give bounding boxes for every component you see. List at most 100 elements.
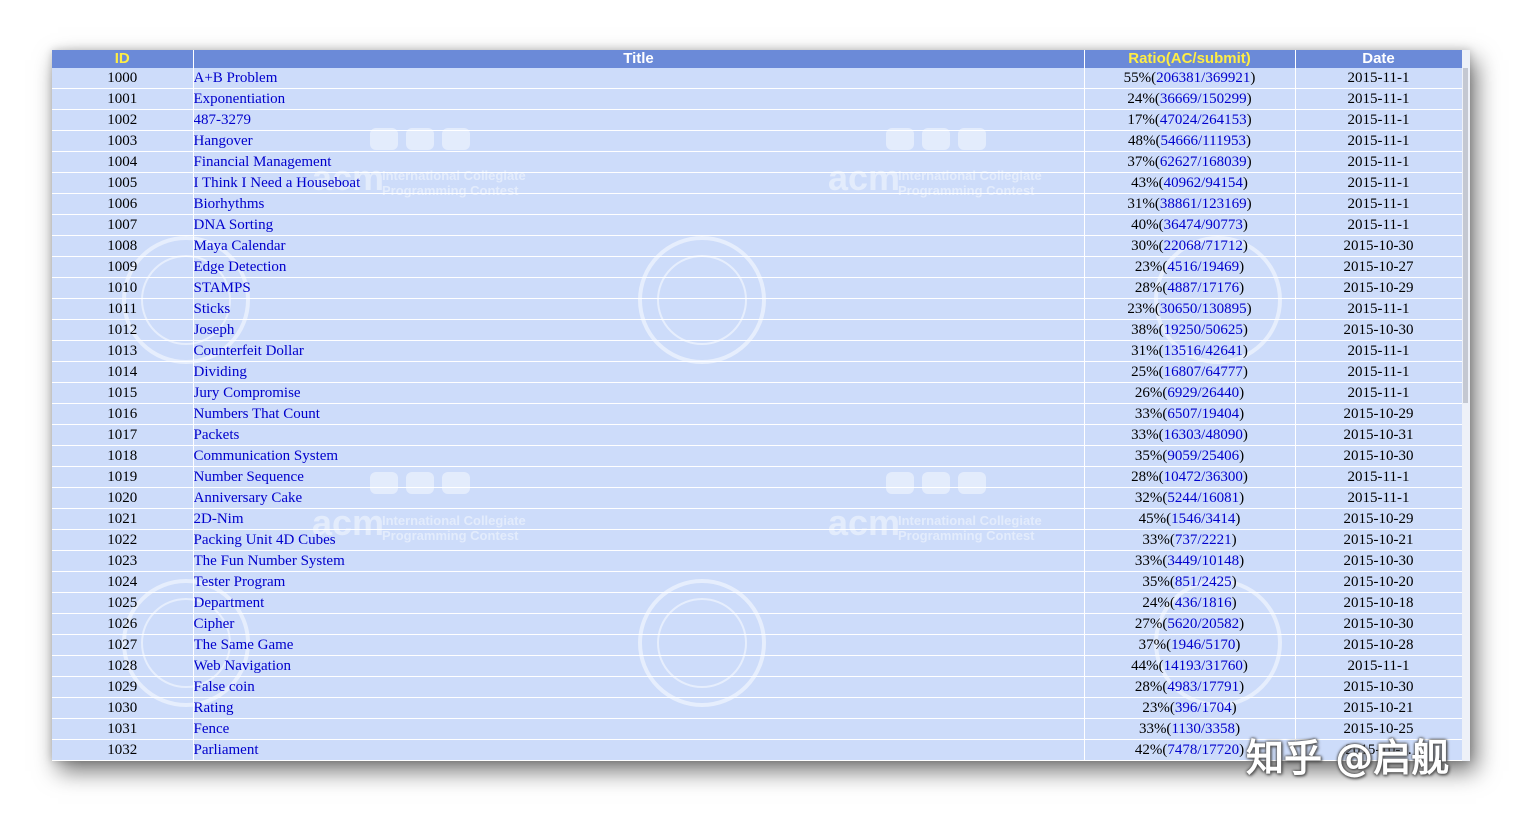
ratio-close-paren: ) [1250, 70, 1256, 86]
problem-date: 2015-10-29 [1295, 403, 1463, 425]
scrollbar-thumb[interactable] [1463, 68, 1468, 403]
problem-title-link[interactable]: Fence [194, 721, 230, 737]
ratio-counts-link[interactable]: 19250/50625 [1164, 322, 1243, 338]
ratio-counts-link[interactable]: 206381/369921 [1156, 70, 1250, 86]
problem-title-cell: Anniversary Cake [193, 487, 1085, 509]
problem-date: 2015-10-29 [1295, 277, 1463, 299]
ratio-close-paren: ) [1239, 742, 1245, 758]
problem-title-link[interactable]: Packets [194, 427, 240, 443]
problem-title-link[interactable]: Hangover [194, 133, 253, 149]
table-row: 1025 Department 24%(436/1816) 2015-10-18 [52, 592, 1463, 614]
ratio-counts-link[interactable]: 62627/168039 [1160, 154, 1247, 170]
column-header-title[interactable]: Title [193, 50, 1085, 68]
problem-title-link[interactable]: Financial Management [194, 154, 332, 170]
problem-title-link[interactable]: Tester Program [194, 574, 286, 590]
problem-title-link[interactable]: Department [194, 595, 265, 611]
problem-id: 1013 [52, 340, 194, 362]
problem-title-link[interactable]: Sticks [194, 301, 231, 317]
ratio-percent: 31%( [1127, 196, 1160, 212]
problem-title-link[interactable]: I Think I Need a Houseboat [194, 175, 361, 191]
ratio-counts-link[interactable]: 3449/10148 [1167, 553, 1239, 569]
problem-ratio-cell: 33%(737/2221) [1084, 529, 1296, 551]
ratio-counts-link[interactable]: 4516/19469 [1167, 259, 1239, 275]
ratio-counts-link[interactable]: 4887/17176 [1167, 280, 1239, 296]
problem-title-cell: Financial Management [193, 151, 1085, 173]
ratio-counts-link[interactable]: 13516/42641 [1164, 343, 1243, 359]
problem-title-cell: Rating [193, 697, 1085, 719]
ratio-counts-link[interactable]: 40962/94154 [1164, 175, 1243, 191]
ratio-close-paren: ) [1239, 553, 1245, 569]
problem-title-cell: 487-3279 [193, 109, 1085, 131]
problem-title-link[interactable]: Biorhythms [194, 196, 265, 212]
ratio-counts-link[interactable]: 10472/36300 [1164, 469, 1243, 485]
ratio-close-paren: ) [1246, 112, 1252, 128]
problem-title-cell: Fence [193, 718, 1085, 740]
problem-title-link[interactable]: Communication System [194, 448, 339, 464]
problem-title-cell: I Think I Need a Houseboat [193, 172, 1085, 194]
column-header-id[interactable]: ID [52, 50, 194, 68]
ratio-counts-link[interactable]: 16303/48090 [1164, 427, 1243, 443]
problem-title-link[interactable]: Joseph [194, 322, 235, 338]
problem-title-link[interactable]: False coin [194, 679, 255, 695]
ratio-counts-link[interactable]: 737/2221 [1175, 532, 1232, 548]
ratio-counts-link[interactable]: 7478/17720 [1167, 742, 1239, 758]
ratio-counts-link[interactable]: 396/1704 [1175, 700, 1232, 716]
ratio-counts-link[interactable]: 6507/19404 [1167, 406, 1239, 422]
ratio-counts-link[interactable]: 4983/17791 [1167, 679, 1239, 695]
problem-title-link[interactable]: Jury Compromise [194, 385, 301, 401]
problem-title-link[interactable]: Dividing [194, 364, 247, 380]
ratio-counts-link[interactable]: 22068/71712 [1164, 238, 1243, 254]
ratio-counts-link[interactable]: 36669/150299 [1160, 91, 1247, 107]
problem-title-link[interactable]: The Same Game [194, 637, 294, 653]
vertical-scrollbar[interactable] [1462, 50, 1470, 761]
problem-title-cell: Exponentiation [193, 88, 1085, 110]
ratio-close-paren: ) [1246, 91, 1252, 107]
ratio-counts-link[interactable]: 851/2425 [1175, 574, 1232, 590]
problem-title-link[interactable]: A+B Problem [194, 70, 278, 86]
ratio-counts-link[interactable]: 436/1816 [1175, 595, 1232, 611]
problem-title-link[interactable]: Numbers That Count [194, 406, 320, 422]
ratio-counts-link[interactable]: 6929/26440 [1167, 385, 1239, 401]
ratio-percent: 25%( [1131, 364, 1164, 380]
ratio-counts-link[interactable]: 1946/5170 [1171, 637, 1235, 653]
ratio-counts-link[interactable]: 9059/25406 [1167, 448, 1239, 464]
problem-title-link[interactable]: DNA Sorting [194, 217, 274, 233]
problem-title-link[interactable]: Exponentiation [194, 91, 286, 107]
problem-title-cell: Sticks [193, 298, 1085, 320]
problem-title-link[interactable]: STAMPS [194, 280, 251, 296]
ratio-percent: 26%( [1134, 385, 1168, 401]
table-row: 1022 Packing Unit 4D Cubes 33%(737/2221) 20… [52, 529, 1463, 551]
problem-title-cell: 2D-Nim [193, 508, 1085, 530]
problem-title-link[interactable]: 487-3279 [194, 112, 252, 128]
ratio-percent: 28%( [1134, 280, 1168, 296]
ratio-counts-link[interactable]: 36474/90773 [1164, 217, 1243, 233]
ratio-counts-link[interactable]: 1546/3414 [1171, 511, 1235, 527]
problem-title-link[interactable]: Cipher [194, 616, 235, 632]
problem-title-link[interactable]: Edge Detection [194, 259, 287, 275]
ratio-percent: 33%( [1134, 553, 1168, 569]
table-row: 1021 2D-Nim 45%(1546/3414) 2015-10-29 [52, 508, 1463, 530]
ratio-counts-link[interactable]: 14193/31760 [1164, 658, 1243, 674]
ratio-counts-link[interactable]: 30650/130895 [1160, 301, 1247, 317]
problem-title-link[interactable]: Web Navigation [194, 658, 292, 674]
problem-title-link[interactable]: Maya Calendar [194, 238, 286, 254]
problem-title-link[interactable]: Number Sequence [194, 469, 304, 485]
problem-title-link[interactable]: Counterfeit Dollar [194, 343, 304, 359]
problem-title-cell: The Same Game [193, 634, 1085, 656]
ratio-counts-link[interactable]: 16807/64777 [1164, 364, 1243, 380]
problem-title-link[interactable]: The Fun Number System [194, 553, 345, 569]
column-header-date[interactable]: Date [1295, 50, 1463, 68]
problem-title-link[interactable]: Anniversary Cake [194, 490, 303, 506]
problem-ratio-cell: 30%(22068/71712) [1084, 235, 1296, 257]
ratio-counts-link[interactable]: 54666/111953 [1160, 133, 1246, 149]
ratio-counts-link[interactable]: 38861/123169 [1160, 196, 1247, 212]
ratio-counts-link[interactable]: 5244/16081 [1167, 490, 1239, 506]
problem-title-link[interactable]: Packing Unit 4D Cubes [194, 532, 336, 548]
column-header-ratio[interactable]: Ratio(AC/submit) [1084, 50, 1296, 68]
problem-title-link[interactable]: 2D-Nim [194, 511, 244, 527]
problem-title-link[interactable]: Rating [194, 700, 234, 716]
ratio-counts-link[interactable]: 1130/3358 [1171, 721, 1235, 737]
problem-title-link[interactable]: Parliament [194, 742, 259, 758]
ratio-counts-link[interactable]: 5620/20582 [1167, 616, 1239, 632]
ratio-counts-link[interactable]: 47024/264153 [1160, 112, 1247, 128]
